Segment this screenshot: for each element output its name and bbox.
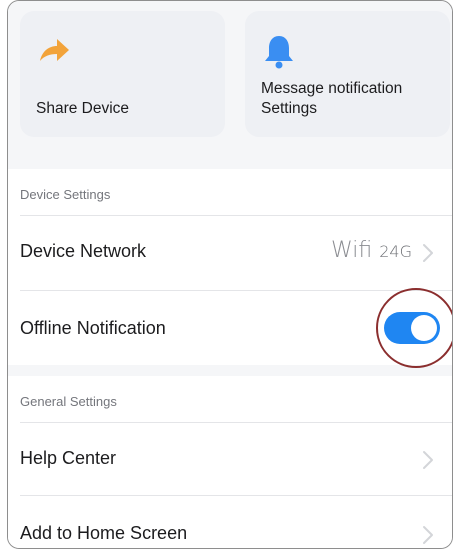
- offline-notification-label: Offline Notification: [20, 318, 166, 338]
- add-to-home-screen-row[interactable]: Add to Home Screen: [8, 496, 452, 548]
- chevron-right-icon: [423, 526, 433, 544]
- device-network-value: Wifi 24G: [331, 238, 412, 263]
- general-settings-header: General Settings: [20, 394, 117, 409]
- message-notification-card[interactable]: Message notification Settings: [245, 11, 450, 137]
- chevron-right-icon: [423, 451, 433, 469]
- chevron-right-icon: [423, 244, 433, 262]
- share-device-card[interactable]: Share Device: [20, 11, 225, 137]
- settings-screen: Share Device Message notification Settin…: [7, 0, 453, 549]
- device-settings-section: Device Settings Device Network Wifi 24G …: [8, 169, 452, 368]
- wifi-text: Wifi: [330, 238, 373, 263]
- quick-actions: Share Device Message notification Settin…: [8, 1, 452, 157]
- add-to-home-screen-label: Add to Home Screen: [20, 523, 188, 543]
- share-arrow-icon: [40, 39, 69, 61]
- device-network-row[interactable]: Device Network Wifi 24G: [8, 216, 452, 290]
- bell-icon: [265, 36, 293, 69]
- highlight-ring: [376, 288, 452, 368]
- help-center-row[interactable]: Help Center: [8, 423, 452, 495]
- general-settings-section: General Settings Help Center Add to Home…: [8, 376, 452, 548]
- message-notification-label: Message notification Settings: [261, 80, 403, 117]
- offline-notification-row: Offline Notification: [8, 288, 452, 368]
- device-settings-header: Device Settings: [20, 187, 111, 202]
- share-device-label: Share Device: [36, 100, 130, 117]
- wifi-band-text: 24G: [379, 242, 412, 261]
- device-network-label: Device Network: [20, 241, 147, 261]
- help-center-label: Help Center: [20, 448, 117, 468]
